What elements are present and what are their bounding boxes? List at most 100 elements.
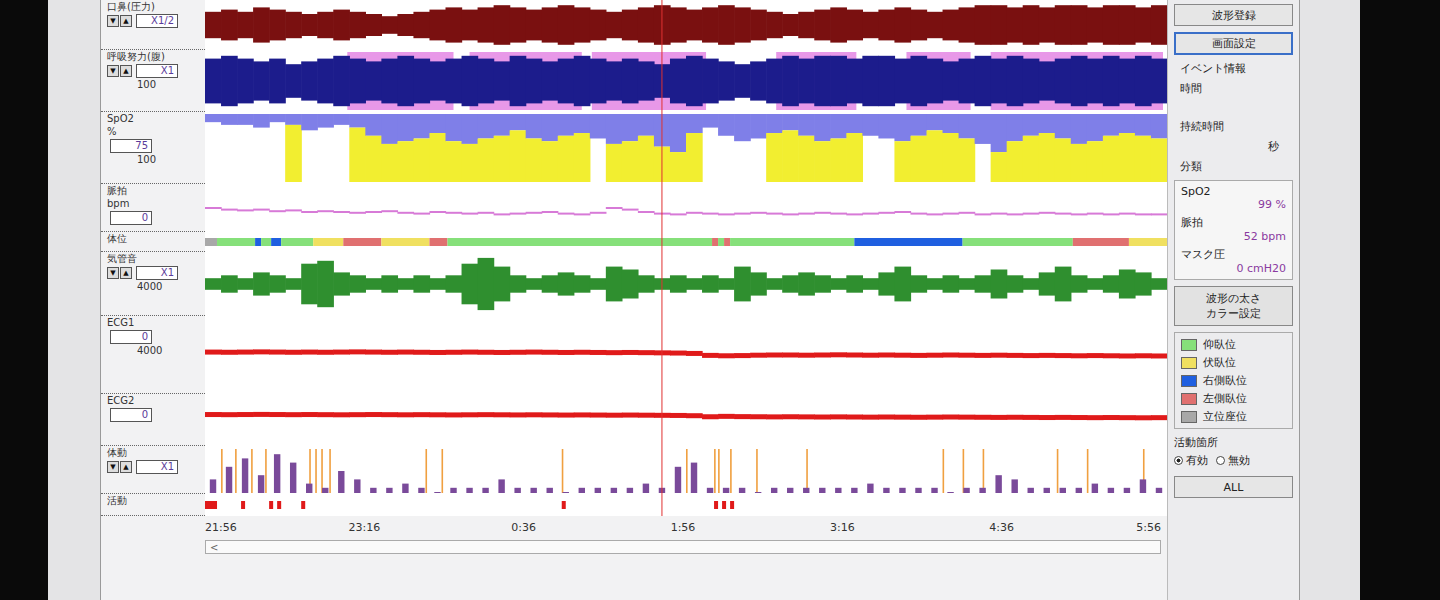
wave-bar: [686, 10, 703, 41]
ecg-band: [205, 412, 222, 417]
gain-field[interactable]: X1: [136, 266, 178, 280]
wave-bar: [429, 10, 446, 41]
radio-option[interactable]: 無効: [1216, 453, 1250, 468]
wave-bar: [542, 275, 559, 292]
color-settings-button[interactable]: 波形の太さカラー設定: [1174, 286, 1293, 326]
wave-bar: [1119, 59, 1136, 104]
gain-field[interactable]: 0: [110, 408, 152, 422]
pulse-point: [766, 213, 783, 215]
legend-item: 仰臥位: [1181, 337, 1286, 352]
wave-bar: [253, 272, 270, 295]
gain-field[interactable]: 75: [110, 139, 152, 153]
wave-bar: [846, 59, 863, 104]
channel-row: ECG1 0 4000: [101, 316, 1167, 394]
ecg-band: [782, 353, 799, 358]
movement-bar: [402, 484, 408, 493]
pulse-point: [830, 213, 847, 215]
ecg-band: [1055, 415, 1072, 420]
spinner-button[interactable]: ▲: [120, 267, 132, 279]
legend-swatch: [1181, 339, 1197, 351]
wave-bar: [782, 14, 799, 36]
ecg-band: [574, 412, 591, 417]
desaturation-bar: [1151, 138, 1167, 182]
ecg-band: [782, 414, 799, 419]
radio-option[interactable]: 有効: [1174, 453, 1208, 468]
scale-value: 100: [137, 79, 201, 91]
bezel: [1360, 0, 1440, 600]
reading: 脈拍 52 bpm: [1181, 215, 1286, 243]
time-cursor[interactable]: [661, 394, 662, 446]
ecg-band: [446, 350, 463, 355]
spinner-button[interactable]: ▼: [107, 15, 119, 27]
activity-mark: [301, 501, 305, 509]
ecg-band: [830, 414, 847, 419]
time-cursor[interactable]: [661, 316, 662, 394]
activity-area: 活動箇所 有効 無効: [1174, 435, 1293, 468]
radio-icon[interactable]: [1174, 456, 1183, 465]
wave-bar: [670, 275, 687, 292]
wave-bar: [830, 278, 847, 290]
activity-mark: [269, 501, 273, 509]
ecg-band: [959, 415, 976, 420]
movement-bar: [274, 454, 280, 493]
movement-bar: [931, 488, 937, 493]
time-cursor[interactable]: [661, 252, 662, 316]
spinner-button[interactable]: ▲: [120, 15, 132, 27]
spo2-bar: [429, 114, 446, 133]
movement-bar: [1092, 484, 1098, 493]
spinner-button[interactable]: ▼: [107, 267, 119, 279]
app-window: 口鼻(圧力) ▼▲ X1/2 呼吸努力(腹) ▼▲ X1 100 SpO2 % …: [100, 0, 1300, 600]
gain-field[interactable]: X1/2: [136, 14, 178, 28]
time-cursor[interactable]: [661, 50, 662, 112]
channel-name: 気管音: [107, 253, 201, 265]
scrollbar[interactable]: <: [101, 540, 1167, 554]
desaturation-bar: [766, 133, 783, 182]
panel-button[interactable]: 画面設定: [1174, 32, 1293, 55]
gain-field[interactable]: X1: [136, 64, 178, 78]
desaturation-bar: [814, 141, 831, 182]
channel-row: 体位: [101, 232, 1167, 252]
movement-bar: [979, 488, 985, 493]
time-tick: 23:16: [348, 521, 380, 534]
gain-field[interactable]: X1: [136, 460, 178, 474]
movement-bar: [595, 488, 601, 493]
ecg-band: [205, 350, 222, 355]
time-cursor[interactable]: [661, 494, 662, 516]
spinner-button[interactable]: ▼: [107, 65, 119, 77]
channel-label: ECG1 0 4000: [101, 316, 205, 394]
desaturation-bar: [670, 152, 687, 182]
time-cursor[interactable]: [661, 184, 662, 232]
spo2-bar: [253, 114, 270, 128]
wave-bar: [1087, 59, 1104, 104]
spo2-bar: [622, 114, 639, 141]
spo2-bar: [959, 114, 976, 138]
gain-field[interactable]: 0: [110, 211, 152, 225]
gain-field[interactable]: 0: [110, 330, 152, 344]
spo2-bar: [494, 114, 511, 136]
radio-icon[interactable]: [1216, 456, 1225, 465]
wave-bar: [1071, 5, 1088, 45]
pulse-point: [782, 213, 799, 215]
time-cursor[interactable]: [661, 0, 662, 50]
scale-value: 4000: [137, 345, 201, 357]
wave-bar: [574, 7, 591, 42]
wave-bar: [1007, 56, 1024, 106]
position-segment: [730, 238, 854, 246]
all-button[interactable]: ALL: [1174, 476, 1293, 498]
wave-bar: [413, 12, 430, 38]
gain-control: 0: [107, 330, 201, 344]
movement-bar: [819, 488, 825, 493]
time-cursor[interactable]: [661, 112, 662, 184]
ecg-band: [301, 350, 318, 355]
spinner-button[interactable]: ▼: [107, 461, 119, 473]
spinner-button[interactable]: ▲: [120, 65, 132, 77]
time-cursor[interactable]: [661, 446, 662, 494]
wave-bar: [510, 56, 527, 106]
spinner-button[interactable]: ▲: [120, 461, 132, 473]
pulse-point: [927, 213, 944, 215]
wave-bar: [894, 267, 911, 302]
scroll-left-button[interactable]: <: [206, 542, 222, 553]
time-cursor[interactable]: [661, 232, 662, 252]
movement-bar: [611, 488, 617, 493]
panel-button[interactable]: 波形登録: [1174, 4, 1293, 26]
